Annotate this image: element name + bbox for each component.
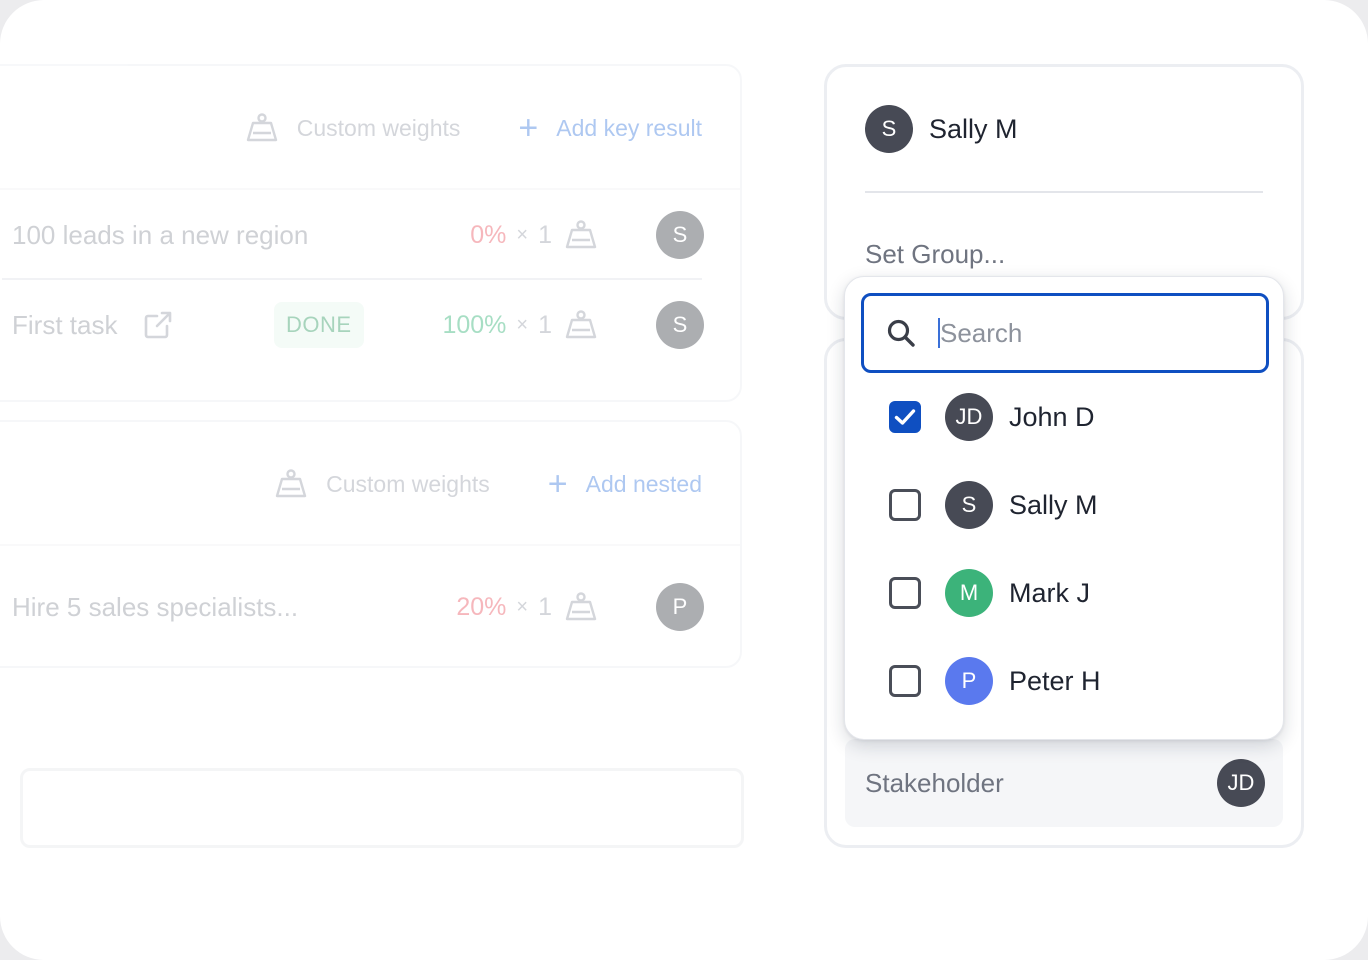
weight-icon xyxy=(246,113,277,142)
plus-icon: + xyxy=(518,109,539,147)
custom-weights-label: Custom weights xyxy=(296,114,461,141)
nested-title: Hire 5 sales specialists... xyxy=(12,591,299,622)
multiplier-sign: × xyxy=(516,313,529,336)
avatar: P xyxy=(945,657,993,705)
avatar: JD xyxy=(945,393,993,441)
weight-value: 1 xyxy=(538,592,552,621)
divider xyxy=(865,191,1263,193)
weight-icon xyxy=(565,220,597,249)
checkmark-icon xyxy=(894,409,916,425)
key-results-card-header: Custom weights + Add key result xyxy=(0,66,740,190)
option-peter-h[interactable]: P Peter H xyxy=(845,637,1283,725)
key-results-card: Custom weights + Add key result 100 lead… xyxy=(0,64,742,402)
option-john-d[interactable]: JD John D xyxy=(845,373,1283,461)
custom-weights-button[interactable]: Custom weights xyxy=(245,113,461,143)
progress-percent: 20% xyxy=(456,592,507,621)
option-name: Sally M xyxy=(1009,489,1098,520)
add-key-result-button[interactable]: + Add key result xyxy=(518,111,702,145)
checkbox[interactable] xyxy=(889,665,921,697)
owner-name: Sally M xyxy=(929,113,1018,144)
owner-selector[interactable]: S Sally M xyxy=(865,105,1018,153)
nested-progress: 20% × 1 P xyxy=(456,546,704,668)
weight-icon xyxy=(565,310,597,339)
task-progress: 100% × 1 S xyxy=(442,280,704,370)
task-title: First task xyxy=(12,280,173,370)
search-icon xyxy=(887,319,915,347)
option-name: John D xyxy=(1009,401,1095,432)
status-badge: DONE xyxy=(274,302,364,348)
stakeholder-avatar[interactable]: JD xyxy=(1217,759,1265,807)
set-group-field[interactable]: Set Group... xyxy=(865,239,1005,270)
plus-icon: + xyxy=(547,465,568,503)
search-box[interactable] xyxy=(861,293,1269,373)
avatar[interactable]: S xyxy=(656,301,704,349)
custom-weights-button[interactable]: Custom weights xyxy=(274,469,490,499)
checkbox[interactable] xyxy=(889,401,921,433)
nested-row[interactable]: Hire 5 sales specialists... 20% × 1 P xyxy=(0,546,740,668)
weight-icon xyxy=(565,592,597,621)
key-result-progress: 0% × 1 S xyxy=(470,190,704,280)
task-row[interactable]: First task DONE 100% × 1 S xyxy=(0,280,740,370)
add-nested-label: Add nested xyxy=(585,470,702,497)
checkbox[interactable] xyxy=(889,489,921,521)
weight-icon xyxy=(275,469,307,498)
okr-background-panel: Custom weights + Add key result 100 lead… xyxy=(0,0,760,960)
nested-card-header: Custom weights + Add nested xyxy=(0,422,740,546)
avatar[interactable]: P xyxy=(656,583,704,631)
add-key-result-label: Add key result xyxy=(556,114,702,141)
progress-percent: 100% xyxy=(442,310,507,339)
option-name: Peter H xyxy=(1009,665,1101,696)
key-result-title: 100 leads in a new region xyxy=(12,219,309,250)
option-sally-m[interactable]: S Sally M xyxy=(845,461,1283,549)
app-window: Custom weights + Add key result 100 lead… xyxy=(0,0,1368,960)
nested-card: Custom weights + Add nested Hire 5 sales… xyxy=(0,420,742,668)
search-input[interactable] xyxy=(940,317,1240,349)
multiplier-sign: × xyxy=(516,595,529,618)
external-link-icon[interactable] xyxy=(143,310,173,340)
nested-header-actions: Custom weights + Add nested xyxy=(274,422,702,546)
avatar[interactable]: S xyxy=(656,211,704,259)
comment-input[interactable] xyxy=(20,768,744,848)
user-select-dropdown: JD John D S Sally M M Mark J P Peter H xyxy=(844,276,1284,740)
multiplier-sign: × xyxy=(516,223,529,246)
weight-value: 1 xyxy=(538,220,552,249)
stakeholder-label: Stakeholder xyxy=(865,767,1004,798)
checkbox[interactable] xyxy=(889,577,921,609)
stakeholder-row[interactable]: Stakeholder JD xyxy=(845,739,1283,827)
owner-avatar: S xyxy=(865,105,913,153)
avatar: S xyxy=(945,481,993,529)
custom-weights-label: Custom weights xyxy=(326,470,490,497)
option-name: Mark J xyxy=(1009,577,1090,608)
add-nested-button[interactable]: + Add nested xyxy=(548,467,702,501)
avatar: M xyxy=(945,569,993,617)
option-mark-j[interactable]: M Mark J xyxy=(845,549,1283,637)
key-results-header-actions: Custom weights + Add key result xyxy=(245,66,702,190)
key-result-row[interactable]: 100 leads in a new region 0% × 1 S xyxy=(0,190,740,280)
progress-percent: 0% xyxy=(470,220,507,249)
weight-value: 1 xyxy=(538,310,552,339)
